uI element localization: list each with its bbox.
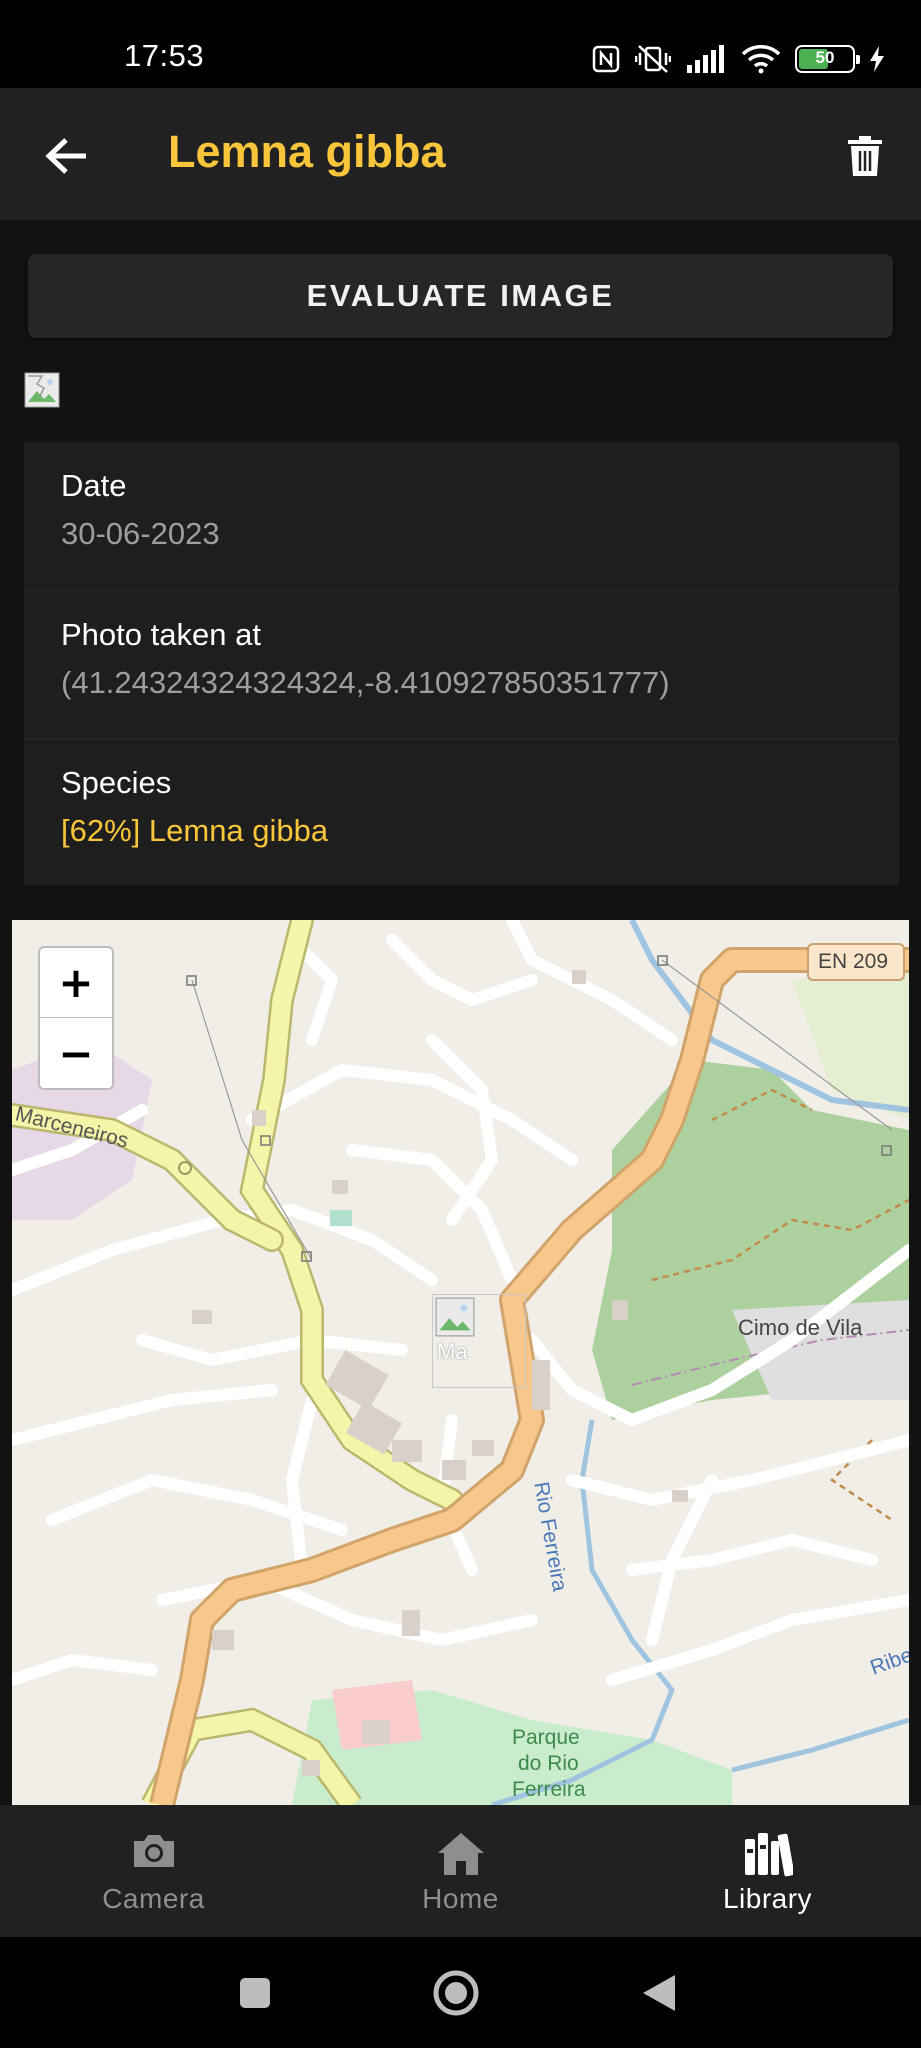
- system-back-button[interactable]: [624, 1937, 694, 2048]
- status-bar: 17:53 50: [0, 0, 921, 88]
- broken-image-icon: [24, 372, 60, 408]
- vibrate-off-icon: [635, 43, 671, 75]
- recents-icon: [240, 1977, 270, 2008]
- location-label: Photo taken at: [61, 617, 261, 652]
- charging-icon: [869, 46, 885, 72]
- signal-icon: [685, 45, 727, 73]
- zoom-control: + −: [38, 946, 114, 1090]
- nav-item-library[interactable]: Library: [614, 1805, 921, 1937]
- broken-marker-image-icon: [435, 1297, 475, 1337]
- species-value: [62%] Lemna gibba: [61, 813, 329, 848]
- status-icons: 50: [591, 42, 885, 76]
- system-home-button[interactable]: [421, 1937, 491, 2048]
- home-icon: [307, 1831, 614, 1881]
- library-icon: [614, 1831, 921, 1881]
- app-bar: Lemna gibba: [0, 88, 921, 220]
- date-row: Date 30-06-2023: [24, 442, 899, 590]
- map-label-cimo-de-vila: Cimo de Vila: [738, 1315, 863, 1340]
- location-marker[interactable]: Ma: [432, 1294, 526, 1388]
- back-triangle-icon: [643, 1974, 675, 2011]
- zoom-out-button[interactable]: −: [40, 1018, 112, 1088]
- nav-item-home[interactable]: Home: [307, 1805, 614, 1937]
- map-label-parque-3: Ferreira: [512, 1778, 586, 1801]
- trash-icon: [848, 136, 882, 176]
- battery-tip: [856, 55, 860, 64]
- recents-button[interactable]: [220, 1937, 290, 2048]
- wifi-icon: [741, 44, 781, 74]
- nav-label-camera: Camera: [102, 1883, 205, 1914]
- details-card: Date 30-06-2023 Photo taken at (41.24324…: [24, 442, 899, 885]
- map-label-parque-2: do Rio: [518, 1752, 579, 1775]
- home-circle-icon: [433, 1970, 479, 2015]
- camera-icon: [0, 1831, 307, 1881]
- status-time: 17:53: [124, 38, 205, 73]
- species-label: Species: [61, 765, 172, 800]
- battery-icon: 50: [795, 45, 860, 73]
- zoom-in-button[interactable]: +: [40, 948, 112, 1018]
- species-row: Species [62%] Lemna gibba: [24, 738, 899, 887]
- page-title: Lemna gibba: [168, 126, 446, 177]
- map-label-parque-1: Parque: [512, 1726, 580, 1749]
- location-value: (41.24324324324324,-8.410927850351777): [61, 665, 670, 700]
- map-label-road: EN 209: [818, 950, 889, 973]
- delete-button[interactable]: [835, 126, 895, 186]
- location-row: Photo taken at (41.24324324324324,-8.410…: [24, 590, 899, 739]
- nfc-icon: [591, 44, 621, 74]
- marker-alt-text: Ma: [437, 1339, 468, 1364]
- arrow-left-icon: [45, 138, 86, 174]
- bottom-navigation: Camera Home Library: [0, 1805, 921, 1937]
- nav-label-home: Home: [422, 1883, 499, 1914]
- battery-level: 50: [815, 48, 835, 67]
- date-value: 30-06-2023: [61, 516, 220, 551]
- map-view[interactable]: EN 209 Marceneiros Cimo de Vila Rio Ferr…: [12, 920, 909, 1805]
- date-label: Date: [61, 468, 127, 503]
- back-button[interactable]: [36, 126, 96, 186]
- evaluate-image-button[interactable]: EVALUATE IMAGE: [28, 254, 893, 338]
- nav-item-camera[interactable]: Camera: [0, 1805, 307, 1937]
- system-navigation-bar: [0, 1937, 921, 2048]
- nav-label-library: Library: [722, 1883, 813, 1914]
